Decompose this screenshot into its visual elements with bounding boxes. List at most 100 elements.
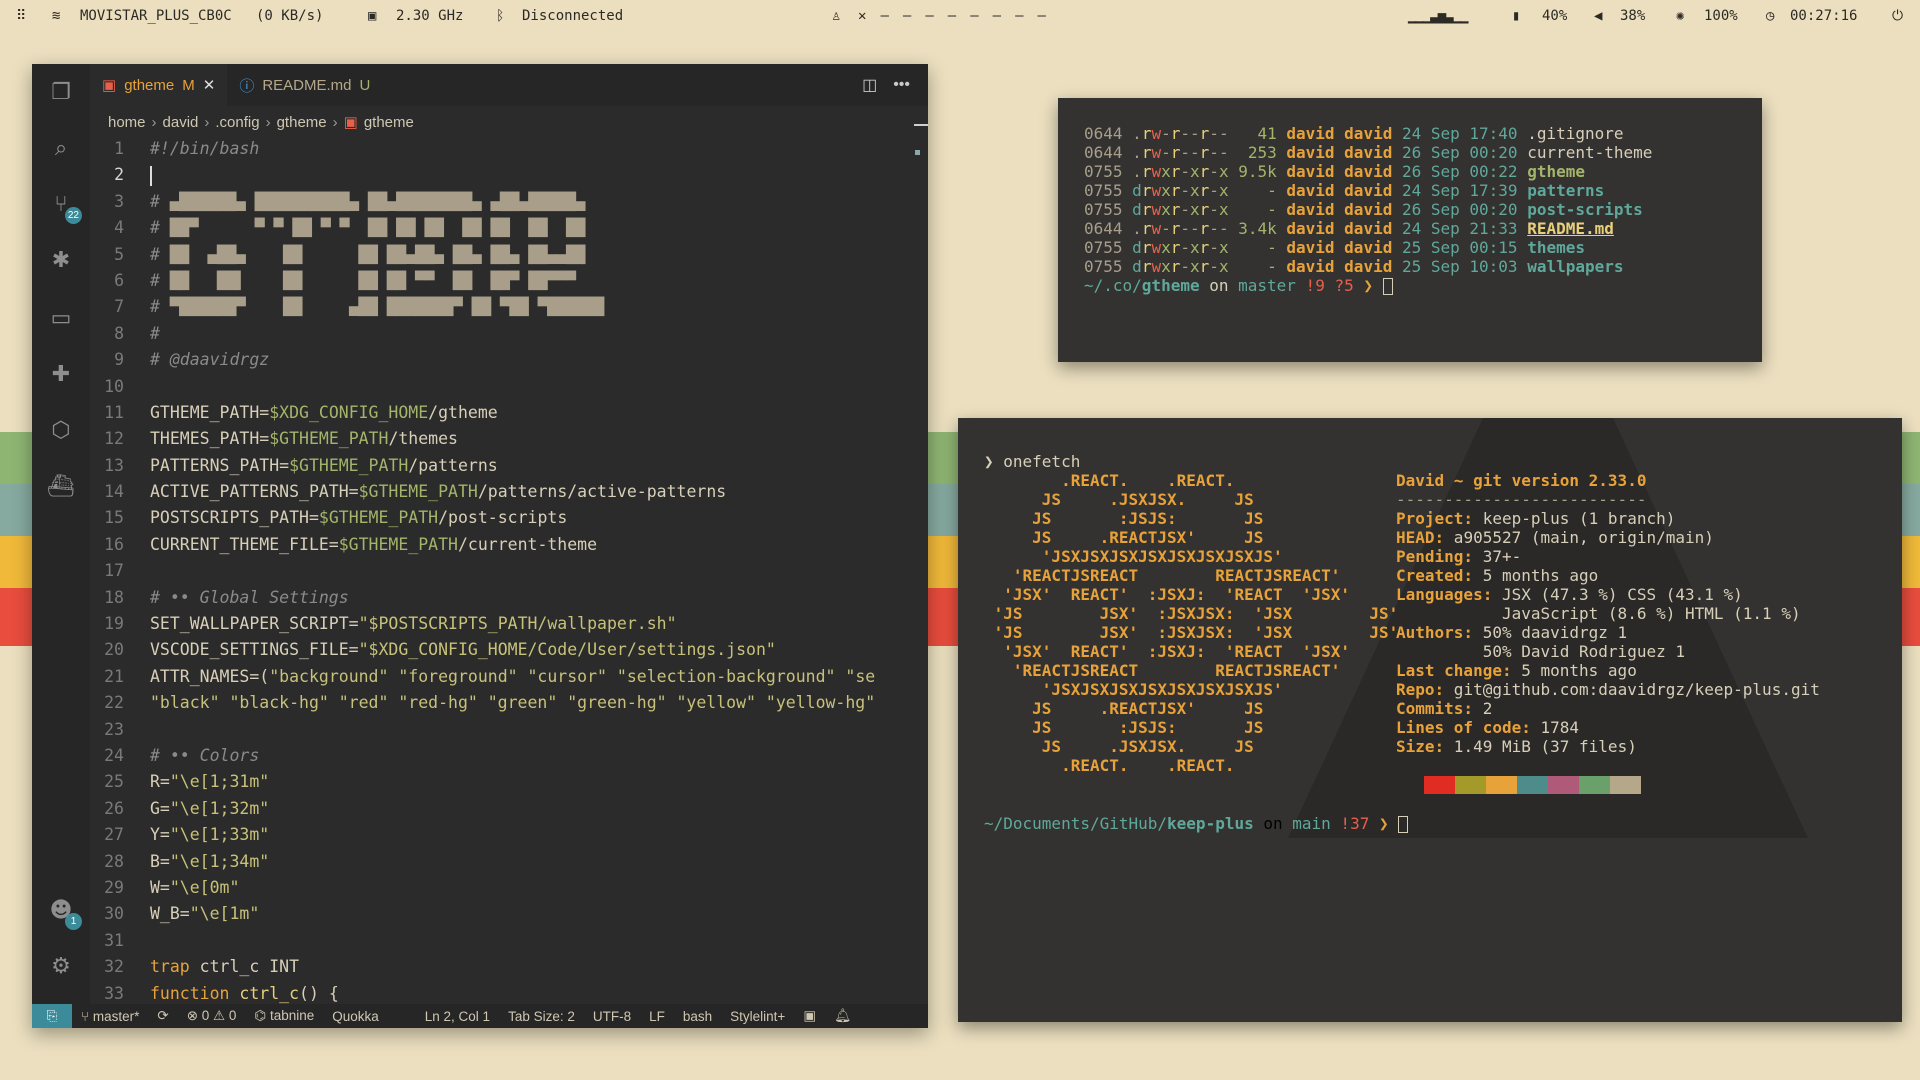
- file-name[interactable]: wallpapers: [1527, 257, 1623, 276]
- workspace-1[interactable]: ✕: [858, 8, 866, 24]
- permission-char: -: [1180, 200, 1191, 219]
- grid-icon[interactable]: ⠿: [16, 8, 26, 24]
- file-name[interactable]: patterns: [1527, 181, 1604, 200]
- permission-char: r: [1199, 257, 1210, 276]
- prompt-git-status: !9 ?5: [1295, 276, 1354, 295]
- workspace-2[interactable]: –: [880, 8, 888, 24]
- line-number: 11: [104, 402, 124, 422]
- permission-char: r: [1141, 257, 1152, 276]
- file-name[interactable]: current-theme: [1527, 143, 1652, 162]
- file-name[interactable]: gtheme: [1527, 162, 1585, 181]
- source-control-icon[interactable]: ⑂ 22: [46, 190, 82, 224]
- permission-char: r: [1141, 200, 1152, 219]
- line-number: 33: [104, 983, 124, 1003]
- workspace-5[interactable]: –: [948, 8, 956, 24]
- breadcrumb-item[interactable]: gtheme: [364, 114, 414, 131]
- git-branch[interactable]: ⑂ master*: [72, 1009, 148, 1024]
- code-line: 5 # ██ ▄██▄ ██ ██ ██▄██▄ ██▄ ██▄ ██▄▄██: [90, 242, 928, 268]
- language-mode[interactable]: bash: [674, 1009, 721, 1024]
- breadcrumb-item[interactable]: .config: [215, 114, 259, 131]
- settings-gear-icon[interactable]: ⚙: [46, 952, 76, 982]
- explorer-icon[interactable]: ❐: [46, 78, 76, 108]
- brightness-icon[interactable]: ✺: [1676, 8, 1684, 24]
- file-name[interactable]: .gitignore: [1527, 124, 1623, 143]
- file-name[interactable]: README.md: [1527, 219, 1614, 238]
- logo-line: 'JS JSX' :JSXJSX: 'JSX JS': [984, 604, 1399, 623]
- file-name[interactable]: themes: [1527, 238, 1585, 257]
- workspace-6[interactable]: –: [970, 8, 978, 24]
- encoding[interactable]: UTF-8: [584, 1009, 640, 1024]
- ls-row: 0755 drwxr-xr-x - david david 25 Sep 00:…: [1084, 238, 1736, 257]
- remote-explorer-icon[interactable]: ▭: [46, 304, 76, 334]
- file-owner: david david: [1286, 181, 1402, 200]
- cursor-position[interactable]: Ln 2, Col 1: [416, 1009, 499, 1024]
- info-key: Authors:: [1396, 623, 1474, 642]
- comment: #!/bin/bash: [150, 139, 260, 158]
- file-name[interactable]: post-scripts: [1527, 200, 1643, 219]
- variable: SET_WALLPAPER_SCRIPT=: [150, 614, 359, 634]
- workspace-7[interactable]: –: [993, 8, 1001, 24]
- ls-row: 0755 drwxr-xr-x - david david 26 Sep 00:…: [1084, 200, 1736, 219]
- volume-icon[interactable]: ◀: [1594, 8, 1602, 24]
- problems-indicator[interactable]: ⊗ 0 ⚠ 0: [178, 1008, 246, 1024]
- permission-char: r: [1199, 200, 1210, 219]
- breadcrumb-item[interactable]: david: [163, 114, 199, 131]
- power-icon[interactable]: ⏻: [1892, 8, 1903, 24]
- docker-icon[interactable]: ⛴: [46, 472, 76, 502]
- tab-readme[interactable]: ⓘ README.md U: [227, 64, 382, 106]
- tab-size[interactable]: Tab Size: 2: [499, 1009, 584, 1024]
- line-number: 2: [114, 165, 124, 185]
- info-key: Commits:: [1396, 699, 1474, 718]
- permission-char: r: [1170, 238, 1181, 257]
- wifi-icon[interactable]: ≋: [52, 8, 60, 24]
- more-actions-icon[interactable]: •••: [893, 76, 910, 94]
- quokka-indicator[interactable]: Quokka: [323, 1009, 388, 1024]
- permission-char: .: [1132, 162, 1142, 181]
- shell-prompt[interactable]: ~/Documents/GitHub/keep-plus on main !37…: [984, 814, 1409, 833]
- sync-icon[interactable]: ⟳: [148, 1008, 177, 1024]
- code-line: 15 POSTSCRIPTS_PATH=$GTHEME_PATH/post-scr…: [90, 505, 928, 531]
- search-icon[interactable]: ⌕: [46, 134, 76, 164]
- workspace-9[interactable]: –: [1038, 8, 1046, 24]
- clock: 00:27:16: [1790, 8, 1858, 24]
- bell-icon[interactable]: 🔔︎: [825, 1008, 860, 1024]
- split-editor-icon[interactable]: ◫: [862, 75, 877, 95]
- code-line: 16 CURRENT_THEME_FILE=$GTHEME_PATH/curren…: [90, 532, 928, 558]
- ls-row: 0644 .rw-r--r-- 3.4k david david 24 Sep …: [1084, 219, 1736, 238]
- account-badge: 1: [65, 913, 82, 930]
- workspace-switcher[interactable]: ✕ – – – – – – – –: [858, 8, 1046, 24]
- terminal-onefetch-window[interactable]: ❯ onefetch .REACT. .REACT. JS .JSXJSX. J…: [958, 418, 1902, 1022]
- tabnine-indicator[interactable]: ⌬ tabnine: [245, 1008, 323, 1024]
- terminal-ls-window[interactable]: 0644 .rw-r--r-- 41 david david 24 Sep 17…: [1058, 98, 1762, 362]
- file-size: 253: [1228, 143, 1287, 162]
- debug-icon[interactable]: ✱: [46, 246, 76, 276]
- workspace-4[interactable]: –: [925, 8, 933, 24]
- tab-gtheme[interactable]: ▣ gtheme M ✕: [90, 64, 228, 106]
- lint-indicator[interactable]: Stylelint+: [721, 1009, 794, 1024]
- bluetooth-icon[interactable]: ᛒ: [496, 8, 504, 24]
- shell-prompt[interactable]: ~/.co/gtheme on master !9 ?5 ❯: [1084, 276, 1736, 295]
- info-value: git@github.com:daavidrgz/keep-plus.git: [1444, 680, 1820, 699]
- code-editor[interactable]: 1 #!/bin/bash 2 3 # ▄██████▄ ██████████▄ ██▄…: [90, 136, 928, 1004]
- minimap-marker: [914, 124, 928, 126]
- testing-icon[interactable]: ⬡: [46, 416, 76, 446]
- eol[interactable]: LF: [640, 1009, 674, 1024]
- line-number: 22: [104, 693, 124, 713]
- terminal-cursor: [1398, 816, 1409, 833]
- file-owner: david david: [1286, 143, 1402, 162]
- close-icon[interactable]: ✕: [203, 76, 216, 94]
- feedback-icon[interactable]: ▣: [794, 1008, 825, 1024]
- variable-ref: $GTHEME_PATH: [318, 508, 439, 528]
- account-icon[interactable]: ☻ 1: [46, 896, 82, 930]
- info-value: 5 months ago: [1511, 661, 1637, 680]
- file-mode: 0755: [1084, 238, 1133, 257]
- code-line: 23: [90, 717, 928, 743]
- breadcrumb-item[interactable]: home: [108, 114, 146, 131]
- breadcrumb-item[interactable]: gtheme: [277, 114, 327, 131]
- workspace-3[interactable]: –: [903, 8, 911, 24]
- file-owner: david david: [1286, 238, 1402, 257]
- remote-icon[interactable]: ⎘: [32, 1004, 72, 1028]
- permission-char: r: [1141, 162, 1152, 181]
- extensions-icon[interactable]: ✚: [46, 360, 76, 390]
- workspace-8[interactable]: –: [1015, 8, 1023, 24]
